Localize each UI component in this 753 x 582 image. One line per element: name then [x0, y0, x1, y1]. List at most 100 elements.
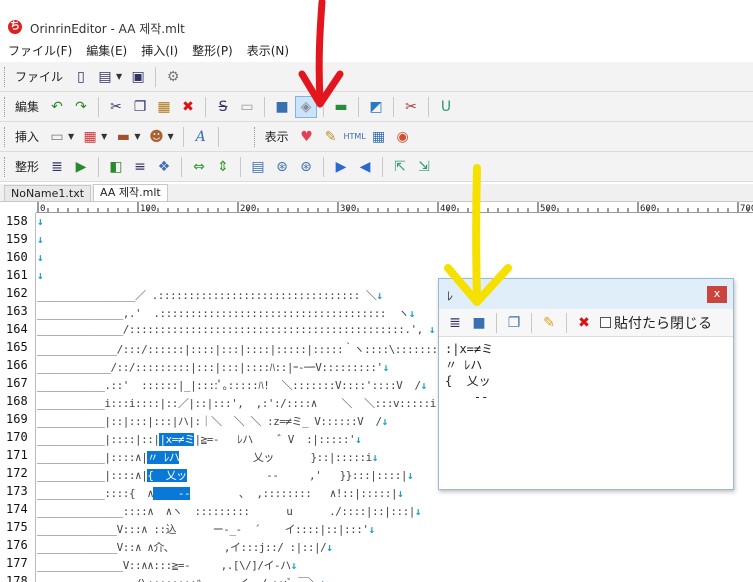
palette-icon[interactable]: ▦ — [79, 126, 101, 148]
editor-line[interactable]: ________________／ .:::::::::::::::::::::… — [37, 287, 383, 305]
line-text-tail: |≧=- ﾚハ ゛V :|:::::' — [194, 433, 356, 446]
editor-line[interactable]: ________________/\::::::::ﾊ イ /ｰ:::ﾞ ￣＼↓ — [37, 575, 326, 582]
menu-edit[interactable]: 編集(E) — [86, 42, 127, 59]
page-icon[interactable]: ▭ — [46, 126, 68, 148]
editor-line[interactable]: ____________/::/:::::::::|:::|:::|::::ﾊ:… — [37, 359, 389, 377]
copy-color-icon[interactable]: ▬ — [330, 96, 352, 118]
play-right-icon[interactable]: ▶ — [330, 156, 352, 178]
box-icon[interactable]: ▬ — [112, 126, 134, 148]
menu-view[interactable]: 表示(N) — [247, 42, 289, 59]
close-button[interactable]: x — [707, 286, 727, 303]
line-number: 160 — [6, 250, 28, 264]
editor-line[interactable]: ↓ — [37, 269, 44, 287]
transform-icon[interactable]: ❖ — [153, 156, 175, 178]
toolbar-grip[interactable] — [4, 156, 7, 177]
document-icon[interactable]: ▭ — [236, 96, 258, 118]
toolbar-grip[interactable] — [4, 96, 7, 117]
align-icon[interactable]: ≣ — [444, 312, 466, 334]
chevron-down-icon[interactable]: ▼ — [68, 132, 74, 141]
heart-icon[interactable]: ♥ — [296, 126, 318, 148]
editor-line[interactable]: ______________,.' .:::::::::::::::::::::… — [37, 305, 415, 323]
close-after-paste-checkbox[interactable]: 貼付たら閉じる — [600, 313, 712, 333]
editor-line[interactable]: ___________.::' ::::::|_|::::ﾟ｡:::::ﾊ! ＼… — [37, 377, 427, 395]
toolbar-grip[interactable] — [253, 126, 257, 147]
select-icon[interactable]: ■ — [468, 312, 490, 334]
editor-line[interactable]: ______________V::∧∧:::≧=- ,.[\/]/イ-ハ↓ — [37, 557, 297, 575]
save-icon[interactable]: ▣ — [127, 66, 149, 88]
editor-line[interactable]: ___________|::|:::|:::|ハ|:｜＼ ＼ ＼ :z=≠ミ_ … — [37, 413, 388, 431]
editor-line[interactable]: ↓ — [37, 233, 44, 251]
editor-line[interactable]: ______________::::∧ ∧ヽ ::::::::: u ./:::… — [37, 503, 421, 521]
next-icon[interactable]: ⊛ — [295, 156, 317, 178]
dialog-title-bar[interactable]: ﾚ x — [439, 279, 733, 309]
toolbar-separator — [358, 96, 360, 117]
insert-right-icon[interactable]: ▶ — [70, 156, 92, 178]
select-all-icon[interactable]: ■ — [271, 96, 293, 118]
chevron-down-icon[interactable]: ▼ — [167, 132, 173, 141]
grid-icon[interactable]: ▦ — [368, 126, 390, 148]
editor-line[interactable]: ___________::::{ ∧ -- ､ ,:::::::: ∧!::|:… — [37, 485, 404, 503]
horizontal-resize-icon[interactable]: ⇔ — [188, 156, 210, 178]
paste-icon[interactable]: ▦ — [153, 96, 175, 118]
pencil-icon[interactable]: ✎ — [538, 312, 560, 334]
align-left-icon[interactable]: ≣ — [46, 156, 68, 178]
scissors-icon[interactable]: ✂ — [400, 96, 422, 118]
window-icon[interactable]: ◩ — [365, 96, 387, 118]
prev-icon[interactable]: ⊛ — [271, 156, 293, 178]
delete-icon[interactable]: ✖ — [177, 96, 199, 118]
copy-aa-icon[interactable]: ◈ — [295, 95, 318, 118]
align-text-icon[interactable]: ≡ — [129, 156, 151, 178]
toolbar-separator — [98, 96, 100, 117]
delete-icon[interactable]: ✖ — [573, 312, 595, 334]
line-text-tail: 乂ッ }::|:::::i — [179, 451, 372, 464]
tab-noname1[interactable]: NoName1.txt — [4, 185, 92, 201]
unicode-icon[interactable]: U — [435, 96, 457, 118]
menu-file[interactable]: ファイル(F) — [8, 42, 72, 59]
html-icon[interactable]: HTML — [344, 126, 366, 148]
editor-line[interactable]: ______________/:::::::::::::::::::::::::… — [37, 323, 435, 341]
play-left-icon[interactable]: ◀ — [354, 156, 376, 178]
font-icon[interactable]: A — [190, 126, 212, 148]
gear-icon[interactable]: ⚙ — [162, 66, 184, 88]
editor-line[interactable]: ___________|::::∧|{ 乂ッ -- ,' }}:::|::::|… — [37, 467, 414, 485]
format-toolbar-label: 整形 — [15, 160, 40, 174]
line-number: 166 — [6, 358, 28, 372]
layer-icon[interactable]: ▤ — [247, 156, 269, 178]
edit-doc-icon[interactable]: ✎ — [320, 126, 342, 148]
align-box-icon[interactable]: ◧ — [105, 156, 127, 178]
chevron-down-icon[interactable]: ▼ — [134, 132, 140, 141]
shift-right-icon[interactable]: ⇲ — [413, 156, 435, 178]
checkbox-box[interactable] — [600, 317, 611, 328]
editor-line[interactable]: ___________|::::∧|〃 ﾚハ 乂ッ }::|:::::i↓ — [37, 449, 378, 467]
eye-icon[interactable]: ◉ — [392, 126, 414, 148]
editor-line[interactable]: ↓ — [37, 251, 44, 269]
dialog-preview-text[interactable]: :|x=≠ミ 〃 ﾚハ { 乂ッ -- — [439, 337, 733, 409]
chevron-down-icon[interactable]: ▼ — [101, 132, 107, 141]
editor-line[interactable]: ↓ — [37, 215, 44, 233]
shift-left-icon[interactable]: ⇱ — [389, 156, 411, 178]
toolbar-grip[interactable] — [4, 66, 7, 87]
line-text: ___________|::|:::|:::|ハ|:｜＼ ＼ ＼ :z=≠ミ_ … — [37, 415, 382, 428]
editor-line[interactable]: ___________|::::|::||x=≠ミ|≧=- ﾚハ ゛V :|::… — [37, 431, 362, 449]
redo-icon[interactable]: ↷ — [70, 96, 92, 118]
copy-icon[interactable]: ❐ — [129, 96, 151, 118]
toolbar-grip[interactable] — [4, 126, 7, 147]
tab-aa-mlt[interactable]: AA 제작.mlt — [93, 184, 168, 201]
vertical-resize-icon[interactable]: ⇕ — [212, 156, 234, 178]
strikethrough-icon[interactable]: S — [212, 96, 234, 118]
menu-format[interactable]: 整形(P) — [192, 42, 233, 59]
editor-line[interactable]: _____________V::∧ ∧介､ ,イ:::j::/ :|::|/↓ — [37, 539, 333, 557]
cut-icon[interactable]: ✂ — [105, 96, 127, 118]
toolbar-separator — [531, 312, 532, 333]
user-icon[interactable]: ☻ — [145, 126, 167, 148]
line-number: 172 — [6, 466, 28, 480]
undo-icon[interactable]: ↶ — [46, 96, 68, 118]
copy-icon[interactable]: ❐ — [503, 312, 525, 334]
editor-line[interactable]: _____________/:::/::::::|::::|:::|::::|:… — [37, 341, 479, 359]
chevron-down-icon[interactable]: ▼ — [116, 72, 122, 81]
new-file-icon[interactable]: ▯ — [70, 66, 92, 88]
editor-line[interactable]: _____________V:::∧ ::込 ー‐_- ´ イ::::|::|:… — [37, 521, 375, 539]
open-file-icon[interactable]: ▤ — [94, 66, 116, 88]
menu-insert[interactable]: 挿入(I) — [141, 42, 178, 59]
editor-line[interactable]: ___________i:::i::::|::／|::|:::', ,:':/:… — [37, 395, 479, 413]
